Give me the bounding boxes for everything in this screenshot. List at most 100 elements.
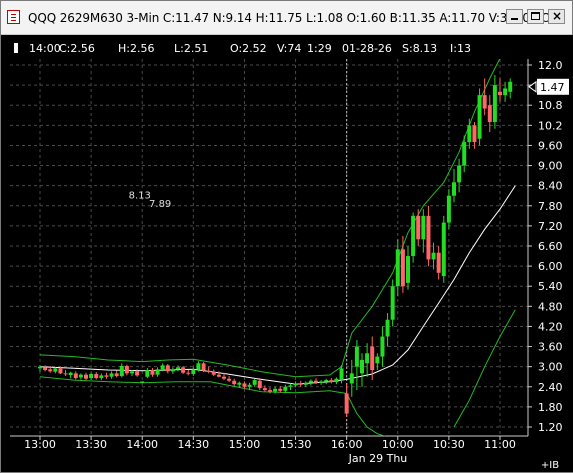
candle-up	[130, 371, 134, 374]
y-tick-label: 3.00	[538, 361, 563, 374]
info-field: L:2.51	[174, 42, 208, 55]
date-label: Jan 29 Thu	[348, 452, 408, 465]
y-tick-label: 12.0	[538, 59, 563, 72]
candle-up	[339, 368, 344, 381]
candle-up	[375, 356, 380, 364]
candle-up	[508, 81, 513, 92]
candle-up	[390, 286, 395, 320]
candle-down	[242, 383, 247, 387]
price-chart[interactable]: 14:00C:2.56 H:2.56 L:2.51 O:2.52 V:74 1:29 01-…	[2, 35, 573, 472]
candle-down	[206, 370, 211, 373]
minimize-button[interactable]	[506, 9, 523, 24]
close-icon: ×	[552, 9, 563, 23]
candle-up	[452, 182, 456, 196]
candle-down	[268, 390, 272, 392]
candle-down	[400, 249, 405, 287]
candle-up	[446, 195, 451, 223]
info-field: S:8.13	[402, 42, 437, 55]
candle-up	[109, 373, 114, 377]
y-tick-label: 3.60	[538, 341, 563, 354]
corner-label: +IB	[541, 460, 559, 471]
candle-up	[441, 222, 446, 277]
candle-down	[58, 368, 63, 374]
y-tick-label: 4.20	[538, 320, 563, 333]
x-tick-label: 16:00	[331, 438, 363, 451]
candle-up	[191, 369, 196, 375]
x-tick-label: 10:00	[382, 438, 414, 451]
minimize-icon	[511, 18, 518, 20]
candle-down	[165, 365, 170, 372]
candle-up	[78, 374, 83, 378]
y-tick-label: 4.80	[538, 300, 563, 313]
y-tick-label: 6.00	[538, 260, 563, 273]
x-tick-label: 14:30	[177, 438, 209, 451]
candle-up	[380, 336, 385, 357]
candle-up	[99, 375, 104, 379]
candle-down	[426, 215, 431, 260]
candle-up	[119, 365, 124, 377]
y-tick-label: 1.80	[538, 401, 563, 414]
candle-down	[487, 105, 492, 122]
candle-down	[124, 365, 129, 374]
candle-down	[257, 380, 262, 389]
info-field: V:74	[277, 42, 301, 55]
y-tick-label: 2.40	[538, 381, 563, 394]
candle-up	[349, 373, 354, 384]
candle-down	[344, 393, 349, 414]
candle-up	[145, 370, 150, 377]
candle-up	[288, 385, 293, 387]
x-tick-label: 11:00	[484, 438, 516, 451]
candle-down	[104, 375, 109, 377]
y-tick-label: 7.80	[538, 200, 563, 213]
title-bar[interactable]: QQQ 2629M630 3-Min C:11.47 N:9.14 H:11.7…	[1, 1, 572, 35]
candle-up	[237, 382, 242, 385]
candle-down	[370, 346, 375, 371]
y-tick-label: 7.20	[538, 220, 563, 233]
candle-up	[196, 363, 201, 370]
candle-down	[222, 376, 226, 379]
candle-up	[406, 256, 410, 283]
candle-down	[43, 367, 48, 371]
candle-up	[467, 125, 472, 143]
candle-up	[324, 380, 329, 382]
info-field: 14:00	[29, 42, 61, 55]
candle-up	[503, 88, 508, 96]
x-tick-label: 10:30	[433, 438, 465, 451]
y-tick-label: 9.00	[538, 160, 563, 173]
candle-up	[492, 85, 497, 122]
y-tick-label: 8.40	[538, 180, 563, 193]
candle-down	[186, 372, 191, 374]
candle-down	[436, 252, 441, 273]
candle-up	[421, 215, 426, 240]
info-field: O:2.52	[230, 42, 267, 55]
x-tick-label: 13:00	[24, 438, 56, 451]
candle-down	[73, 373, 78, 379]
candle-down	[135, 371, 140, 376]
x-tick-label: 15:00	[229, 438, 261, 451]
candle-down	[232, 380, 237, 385]
candle-up	[308, 380, 313, 383]
x-tick-label: 15:30	[280, 438, 312, 451]
candle-up	[293, 383, 298, 386]
price-annotation: 8.13	[129, 191, 151, 202]
maximize-button[interactable]	[527, 9, 544, 24]
candle-up	[140, 381, 145, 383]
candle-down	[181, 367, 186, 373]
candle-up	[273, 388, 278, 392]
y-tick-label: 10.8	[538, 99, 563, 112]
candle-down	[150, 370, 155, 375]
candle-up	[462, 142, 467, 166]
candle-up	[176, 367, 180, 370]
info-marker	[14, 43, 18, 53]
candle-down	[211, 372, 216, 375]
candle-down	[84, 374, 88, 379]
x-tick-label: 14:00	[126, 438, 158, 451]
info-field: I:13	[450, 42, 471, 55]
info-field: 01-28-26	[342, 42, 392, 55]
candle-down	[63, 373, 68, 375]
candle-down	[48, 369, 53, 372]
candle-up	[477, 95, 482, 139]
close-button[interactable]: ×	[548, 9, 565, 24]
candle-down	[94, 374, 99, 379]
candle-down	[227, 378, 232, 381]
